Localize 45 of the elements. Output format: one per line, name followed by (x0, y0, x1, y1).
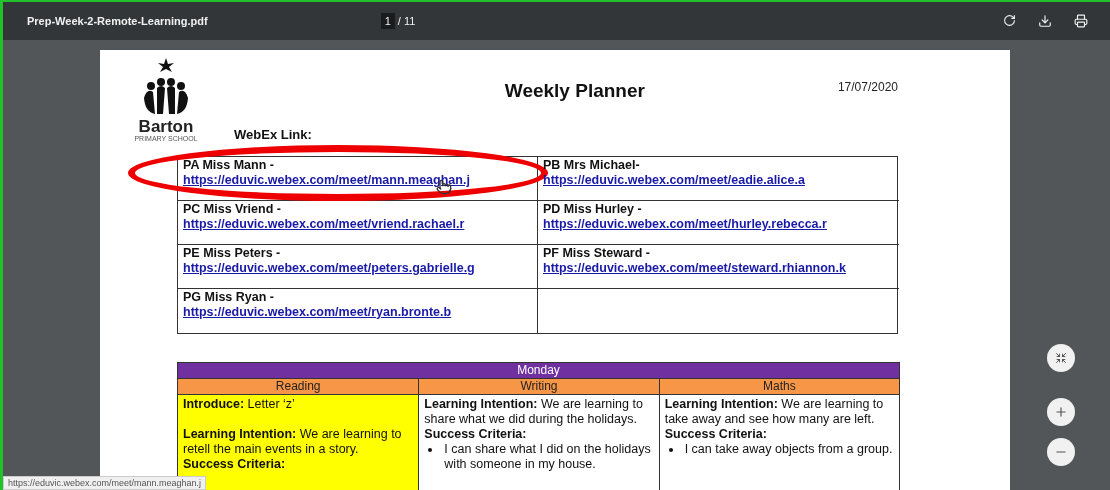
status-link-url: https://eduvic.webex.com/meet/mann.meaghan.j (3, 476, 207, 490)
teacher-name: PD Miss Hurley - (543, 202, 643, 216)
file-name: Prep-Week-2-Remote-Learning.pdf (27, 15, 209, 27)
rotate-icon[interactable] (1003, 14, 1016, 28)
meeting-link[interactable]: https://eduvic.webex.com/meet/eadie.alice.a (543, 173, 894, 187)
zoom-out-button[interactable] (1047, 438, 1075, 466)
paragraph-text: Introduce: Letter ‘z’ (183, 397, 296, 412)
school-name: Barton (138, 118, 194, 135)
zoom-in-button[interactable] (1047, 398, 1075, 426)
teacher-name: PC Miss Vriend - (183, 202, 282, 216)
bullet-text: I can share what I did on the holidays with someone in my house. (444, 442, 652, 472)
criteria-heading: Success Criteria: (424, 427, 528, 442)
criteria-heading: Success Criteria: (183, 457, 287, 472)
fit-page-icon (1055, 352, 1067, 364)
print-icon[interactable] (1074, 14, 1088, 28)
bullet-icon (668, 448, 673, 452)
criteria-heading: Success Criteria: (664, 427, 768, 442)
plus-icon (1054, 405, 1068, 419)
meeting-link[interactable]: https://eduvic.webex.com/meet/peters.gabrielle.g (183, 261, 532, 275)
download-icon[interactable] (1038, 14, 1052, 28)
teacher-name: PF Miss Steward - (543, 246, 651, 260)
day-heading: Monday (178, 363, 899, 378)
subject-heading: Maths (658, 378, 899, 394)
page-total: / 11 (397, 15, 416, 27)
teacher-name: PE Miss Peters - (183, 246, 282, 260)
subject-heading: Reading (178, 378, 419, 394)
bullet-text: I can take away objects from a group. (684, 442, 893, 457)
paragraph-text: Learning Intention: We are learning to take away and see how many are left. (664, 397, 885, 427)
meeting-link[interactable]: https://eduvic.webex.com/meet/vriend.rachael.r (183, 217, 532, 231)
page-number-field[interactable]: 1 (380, 13, 395, 29)
document-title: Weekly Planner (504, 80, 645, 102)
meeting-link[interactable]: https://eduvic.webex.com/meet/ryan.bronte.b (183, 305, 532, 319)
teacher-name: PG Miss Ryan - (183, 290, 275, 304)
paragraph-text: Learning Intention: We are learning to retell the main events in a story. (183, 427, 403, 457)
bullet-icon (428, 448, 433, 452)
paragraph-text: Learning Intention: We are learning to share what we did during the holidays. (424, 397, 644, 427)
teacher-name: PA Miss Mann - (183, 158, 275, 172)
document-date: 17/07/2020 (837, 80, 898, 94)
teacher-name: PB Mrs Michael- (543, 158, 641, 172)
links-heading: WebEx Link: (234, 127, 312, 142)
subject-heading: Writing (418, 378, 659, 394)
fit-page-button[interactable] (1047, 344, 1075, 372)
meeting-link[interactable]: https://eduvic.webex.com/meet/steward.rhiannon.k (543, 261, 894, 275)
meeting-link[interactable]: https://eduvic.webex.com/meet/mann.meaghan.j (183, 173, 532, 187)
meeting-link[interactable]: https://eduvic.webex.com/meet/hurley.rebecca.r (543, 217, 894, 231)
